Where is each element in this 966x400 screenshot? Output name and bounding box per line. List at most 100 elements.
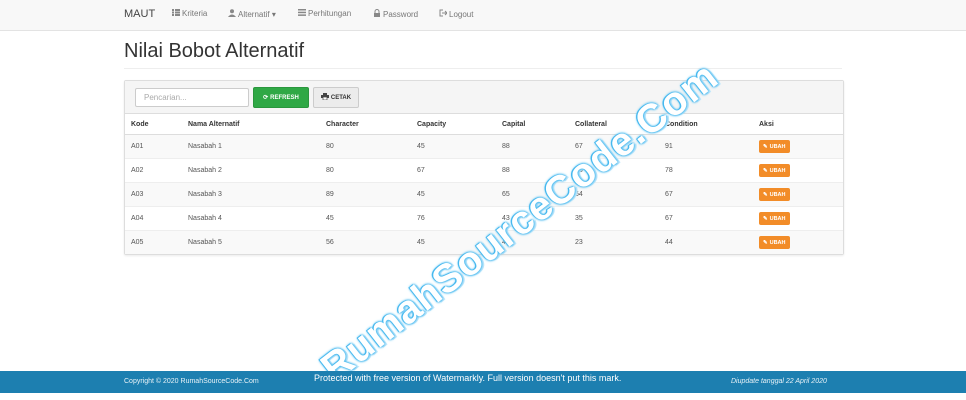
cell-aksi: ✎ UBAH bbox=[753, 182, 843, 207]
print-button-label: CETAK bbox=[330, 94, 352, 101]
cell-aksi: ✎ UBAH bbox=[753, 230, 843, 254]
edit-button[interactable]: ✎ UBAH bbox=[759, 140, 790, 153]
list-icon bbox=[298, 9, 306, 18]
edit-button[interactable]: ✎ UBAH bbox=[759, 164, 790, 177]
cell-capacity: 45 bbox=[411, 230, 496, 254]
cell-collateral: 43 bbox=[569, 158, 659, 183]
cell-condition: 67 bbox=[659, 206, 753, 231]
cell-character: 56 bbox=[320, 230, 411, 254]
edit-icon: ✎ bbox=[763, 191, 768, 198]
refresh-icon: ⟳ bbox=[263, 95, 269, 101]
footer-copyright: Copyright © 2020 RumahSourceCode.Com bbox=[124, 378, 259, 385]
edit-button-label: UBAH bbox=[769, 239, 786, 246]
edit-button[interactable]: ✎ UBAH bbox=[759, 188, 790, 201]
edit-button-label: UBAH bbox=[769, 143, 786, 150]
header-kode[interactable]: Kode bbox=[125, 114, 182, 135]
cell-kode: A03 bbox=[125, 182, 182, 207]
cell-condition: 78 bbox=[659, 158, 753, 183]
cell-capacity: 76 bbox=[411, 206, 496, 231]
header-aksi: Aksi bbox=[753, 114, 843, 135]
cell-aksi: ✎ UBAH bbox=[753, 134, 843, 159]
cell-kode: A01 bbox=[125, 134, 182, 159]
printer-icon bbox=[320, 93, 329, 102]
cell-capacity: 45 bbox=[411, 182, 496, 207]
cell-capital: 65 bbox=[496, 182, 569, 207]
nav-password-label: Password bbox=[383, 10, 419, 19]
cell-character: 89 bbox=[320, 182, 411, 207]
refresh-button-label: REFRESH bbox=[270, 94, 299, 101]
cell-capacity: 45 bbox=[411, 134, 496, 159]
nav-alternatif-label: Alternatif bbox=[238, 10, 270, 19]
table-row: A04 Nasabah 4 45 76 43 35 67 ✎ UBAH bbox=[125, 206, 843, 231]
brand-link[interactable]: MAUT bbox=[124, 8, 155, 20]
edit-button[interactable]: ✎ UBAH bbox=[759, 236, 790, 249]
table-row: A02 Nasabah 2 80 67 88 43 78 ✎ UBAH bbox=[125, 158, 843, 183]
cell-condition: 91 bbox=[659, 134, 753, 159]
lock-icon bbox=[373, 9, 381, 19]
watermark-notice: Protected with free version of Watermark… bbox=[314, 373, 622, 383]
header-character[interactable]: Character bbox=[320, 114, 411, 135]
cell-nama: Nasabah 3 bbox=[182, 182, 320, 207]
nav-password[interactable]: Password bbox=[373, 9, 418, 19]
edit-icon: ✎ bbox=[763, 143, 768, 150]
refresh-button[interactable]: ⟳ REFRESH bbox=[253, 87, 309, 108]
footer: Copyright © 2020 RumahSourceCode.Com Pro… bbox=[0, 371, 966, 393]
table-row: A01 Nasabah 1 80 45 88 67 91 ✎ UBAH bbox=[125, 134, 843, 159]
header-capital[interactable]: Capital bbox=[496, 114, 569, 135]
cell-capacity: 67 bbox=[411, 158, 496, 183]
nav-logout-label: Logout bbox=[449, 10, 474, 19]
nav-perhitungan[interactable]: Perhitungan bbox=[298, 9, 351, 18]
nav-perhitungan-label: Perhitungan bbox=[308, 9, 352, 18]
edit-button-label: UBAH bbox=[769, 167, 786, 174]
cell-nama: Nasabah 2 bbox=[182, 158, 320, 183]
cell-collateral: 67 bbox=[569, 134, 659, 159]
print-button[interactable]: CETAK bbox=[313, 87, 359, 108]
cell-kode: A02 bbox=[125, 158, 182, 183]
panel-toolbar: ⟳ REFRESH CETAK bbox=[125, 81, 843, 114]
cell-character: 80 bbox=[320, 134, 411, 159]
cell-aksi: ✎ UBAH bbox=[753, 158, 843, 183]
table-header-row: Kode Nama Alternatif Character Capacity … bbox=[125, 114, 843, 135]
nav-logout[interactable]: Logout bbox=[439, 9, 473, 19]
cell-capital: 43 bbox=[496, 206, 569, 231]
cell-nama: Nasabah 4 bbox=[182, 206, 320, 231]
header-nama[interactable]: Nama Alternatif bbox=[182, 114, 320, 135]
search-input[interactable] bbox=[135, 88, 249, 107]
cell-collateral: 64 bbox=[569, 182, 659, 207]
caret-down-icon: ▾ bbox=[271, 10, 276, 19]
cell-capital: 88 bbox=[496, 158, 569, 183]
cell-aksi: ✎ UBAH bbox=[753, 206, 843, 231]
table-row: A03 Nasabah 3 89 45 65 64 67 ✎ UBAH bbox=[125, 182, 843, 207]
nav-alternatif-dropdown[interactable]: Alternatif ▾ bbox=[228, 9, 276, 19]
cell-condition: 44 bbox=[659, 230, 753, 254]
alternatif-table: Kode Nama Alternatif Character Capacity … bbox=[125, 114, 843, 254]
nav-kriteria[interactable]: Kriteria bbox=[172, 9, 207, 18]
user-icon bbox=[228, 9, 236, 19]
cell-nama: Nasabah 5 bbox=[182, 230, 320, 254]
logout-icon bbox=[439, 9, 448, 19]
top-navbar: MAUT Kriteria Alternatif ▾ Perhitungan P… bbox=[0, 0, 966, 31]
header-collateral[interactable]: Collateral bbox=[569, 114, 659, 135]
edit-icon: ✎ bbox=[763, 215, 768, 222]
edit-button-label: UBAH bbox=[769, 191, 786, 198]
cell-nama: Nasabah 1 bbox=[182, 134, 320, 159]
cell-character: 80 bbox=[320, 158, 411, 183]
cell-condition: 67 bbox=[659, 182, 753, 207]
edit-icon: ✎ bbox=[763, 239, 768, 246]
edit-icon: ✎ bbox=[763, 167, 768, 174]
cell-capital: 42 bbox=[496, 230, 569, 254]
table-row: A05 Nasabah 5 56 45 42 23 44 ✎ UBAH bbox=[125, 230, 843, 254]
cell-character: 45 bbox=[320, 206, 411, 231]
header-condition[interactable]: Condition bbox=[659, 114, 753, 135]
title-divider bbox=[124, 68, 842, 69]
nav-kriteria-label: Kriteria bbox=[182, 9, 208, 18]
cell-collateral: 35 bbox=[569, 206, 659, 231]
data-panel: ⟳ REFRESH CETAK Kode Nama Alternatif Cha… bbox=[124, 80, 844, 255]
edit-button[interactable]: ✎ UBAH bbox=[759, 212, 790, 225]
footer-updated: Diupdate tanggal 22 April 2020 bbox=[731, 378, 827, 385]
edit-button-label: UBAH bbox=[769, 215, 786, 222]
header-capacity[interactable]: Capacity bbox=[411, 114, 496, 135]
cell-collateral: 23 bbox=[569, 230, 659, 254]
cell-kode: A05 bbox=[125, 230, 182, 254]
page-title: Nilai Bobot Alternatif bbox=[124, 40, 305, 62]
